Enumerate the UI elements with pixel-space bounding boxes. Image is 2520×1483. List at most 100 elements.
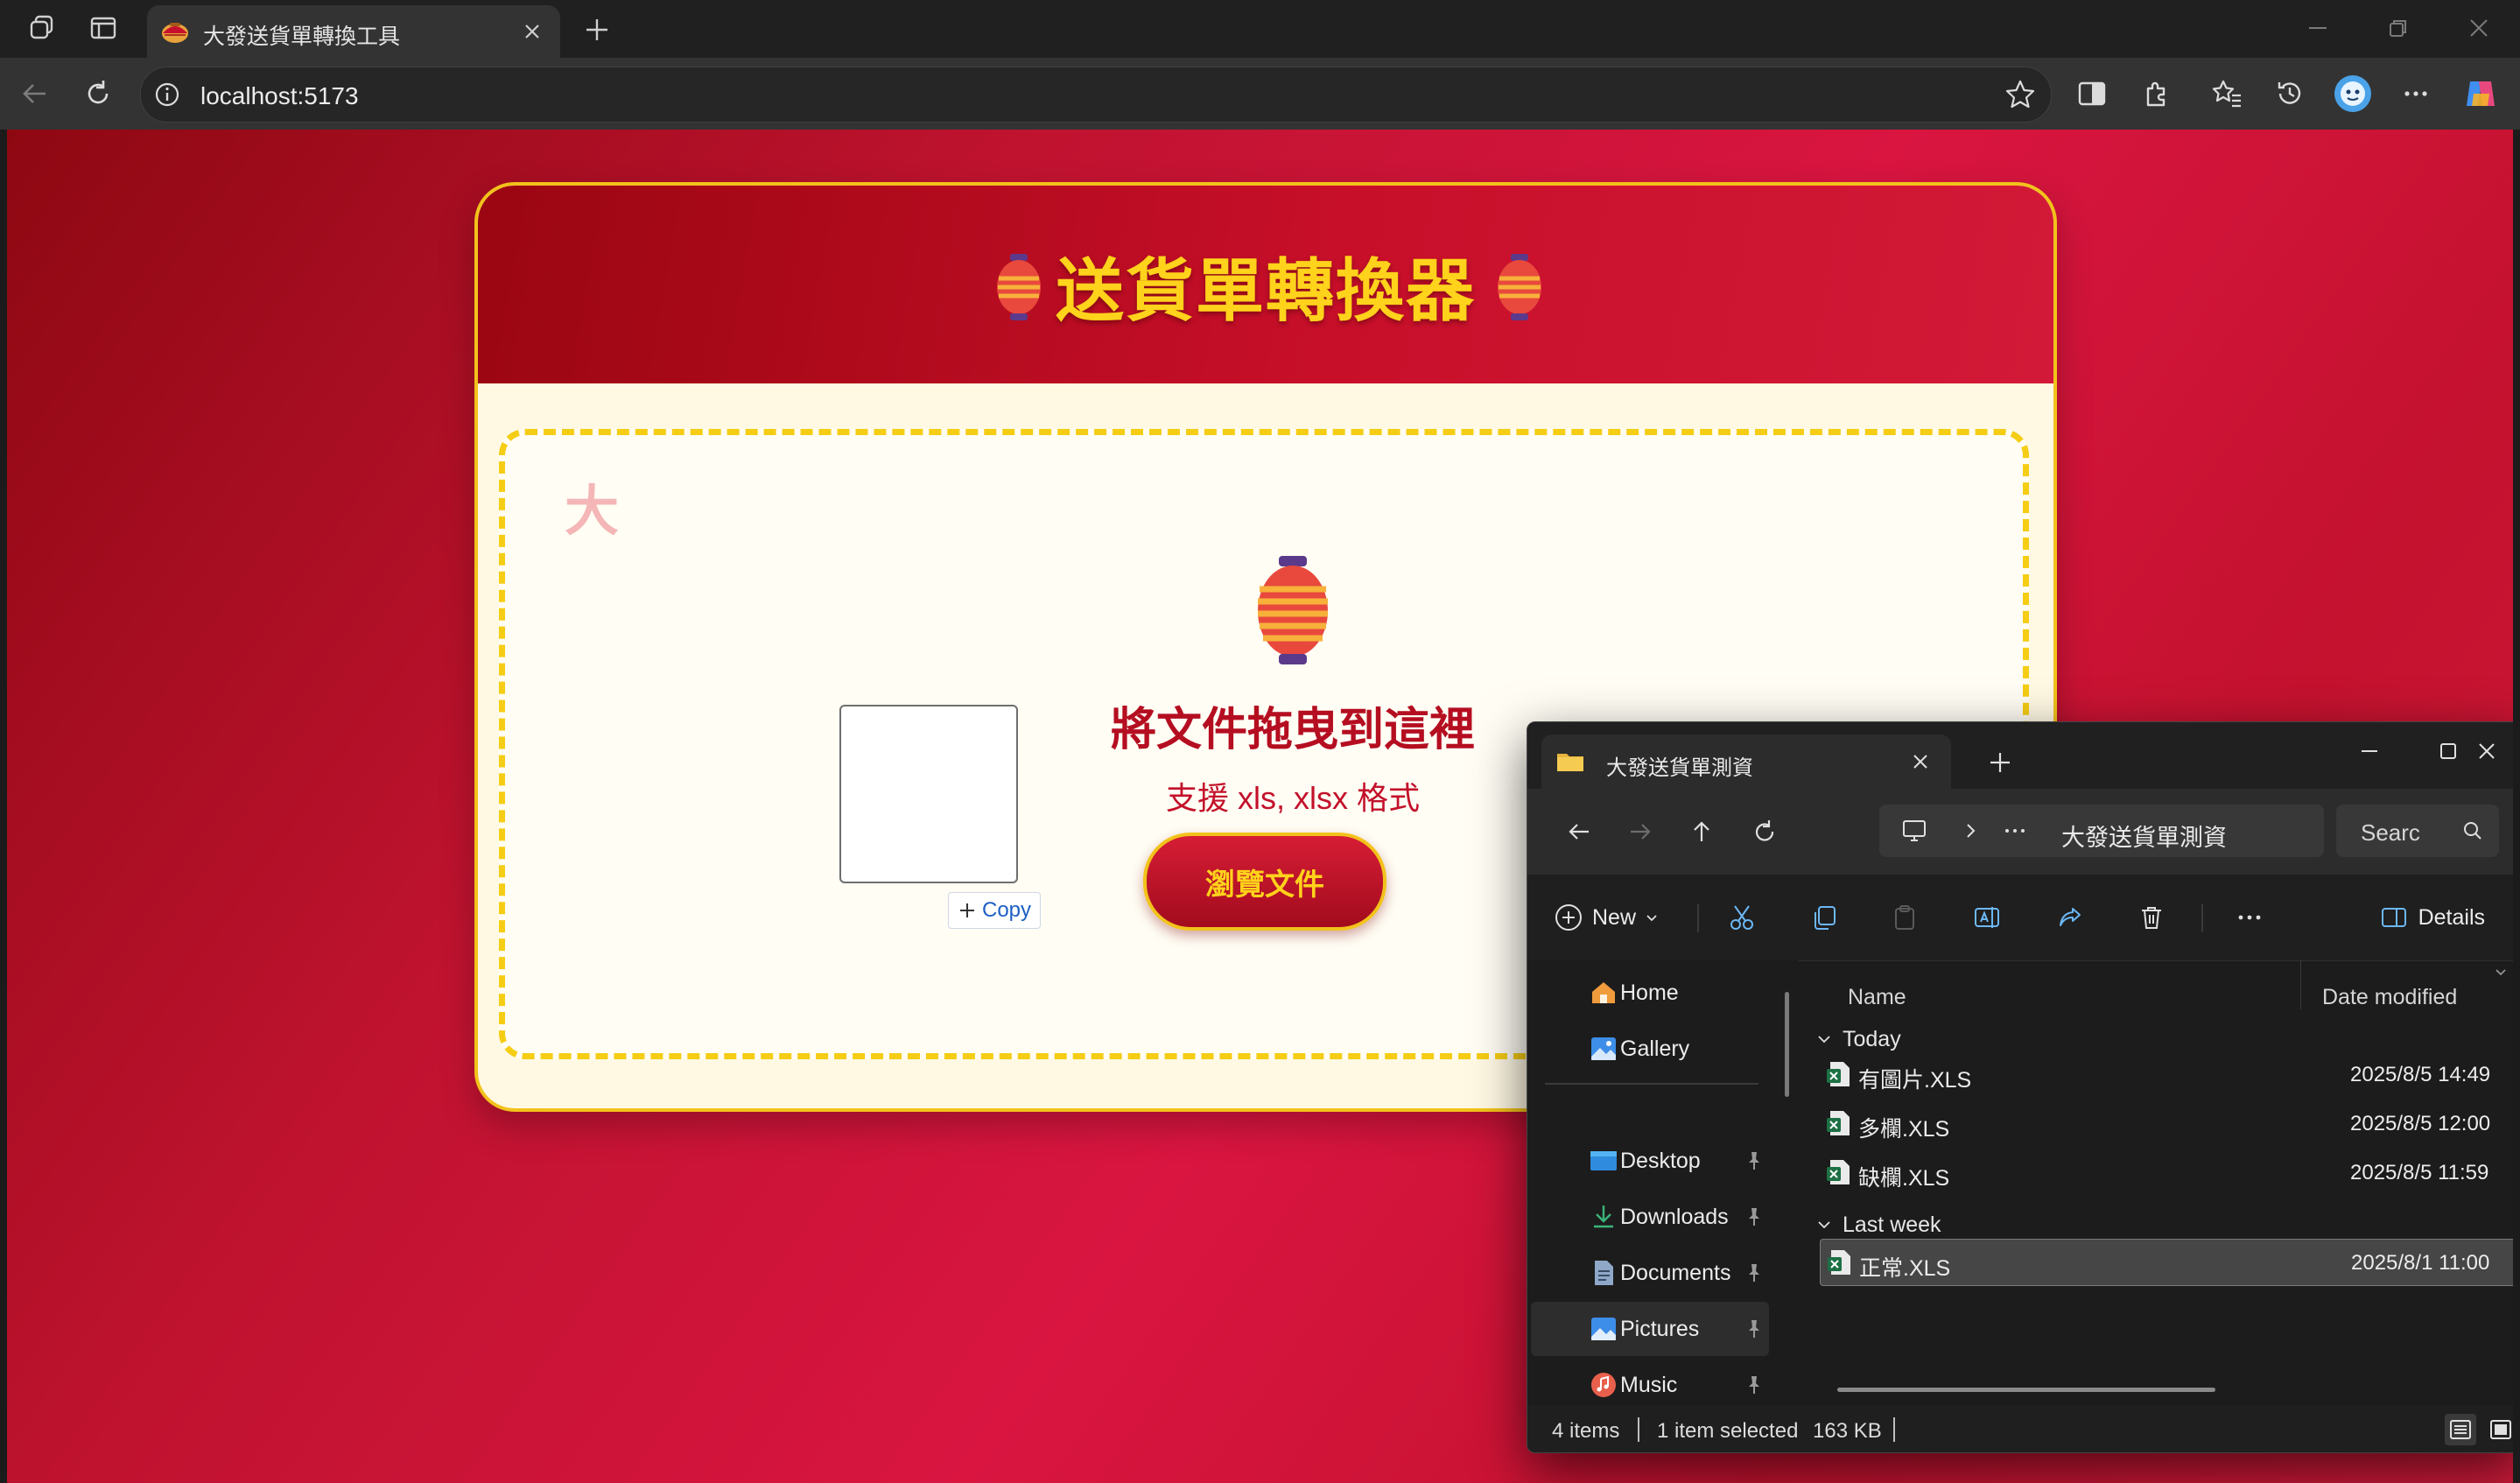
more-actions-icon[interactable] — [2231, 899, 2268, 936]
minimize-icon[interactable] — [2292, 11, 2344, 46]
desktop-icon — [1590, 1151, 1617, 1170]
search-placeholder: Searc — [2361, 819, 2420, 846]
new-plus-icon — [1555, 904, 1582, 931]
details-view-icon[interactable] — [2445, 1414, 2476, 1445]
large-icons-view-icon[interactable] — [2485, 1414, 2513, 1445]
sidebar-item-label: Downloads — [1620, 1205, 1729, 1229]
sidebar-item-documents[interactable]: Documents — [1531, 1246, 1769, 1300]
explorer-up-icon[interactable] — [1683, 813, 1720, 850]
restore-icon[interactable] — [2372, 11, 2425, 46]
tab-close-icon[interactable] — [516, 16, 548, 47]
column-divider[interactable] — [2300, 960, 2301, 1009]
file-row[interactable]: 多欄.XLS 2025/8/5 12:00 — [1820, 1100, 2513, 1146]
explorer-path-bar[interactable]: 大發送貨單測資 — [1879, 805, 2324, 857]
file-name: 有圖片.XLS — [1858, 1068, 1972, 1093]
collapse-chevron-icon — [1818, 1036, 1830, 1044]
explorer-back-icon[interactable] — [1561, 813, 1597, 850]
copilot-icon[interactable] — [2461, 74, 2500, 113]
explorer-close-icon[interactable] — [2460, 731, 2513, 771]
favorites-icon[interactable] — [2208, 74, 2246, 113]
history-icon[interactable] — [2271, 74, 2309, 113]
new-item-button[interactable]: New — [1554, 899, 1659, 936]
toolbar-divider — [2201, 904, 2203, 932]
corner-decoration: 大 — [565, 481, 620, 542]
page-title: 送貨單轉換器 — [1055, 252, 1476, 329]
column-header-date[interactable]: Date modified — [2322, 985, 2457, 1010]
refresh-icon[interactable] — [77, 73, 119, 115]
share-icon[interactable] — [2051, 899, 2088, 936]
home-icon — [1592, 982, 1615, 1003]
explorer-new-tab-icon[interactable] — [1984, 747, 2016, 778]
file-row[interactable]: 缺欄.XLS 2025/8/5 11:59 — [1820, 1149, 2513, 1195]
details-pane-icon — [2381, 908, 2406, 927]
sort-chevron-icon — [2495, 969, 2506, 976]
paste-icon[interactable] — [1886, 899, 1923, 936]
column-header-name[interactable]: Name — [1848, 985, 1906, 1010]
drag-copy-badge: Copy — [948, 892, 1042, 929]
sidebar-item-desktop[interactable]: Desktop — [1531, 1134, 1769, 1188]
pin-icon[interactable] — [1743, 1374, 1765, 1396]
sidebar-item-home[interactable]: Home — [1531, 966, 1769, 1020]
file-date: 2025/8/1 11:00 — [2351, 1251, 2490, 1275]
file-row-selected[interactable]: 正常.XLS 2025/8/1 11:00 — [1820, 1239, 2513, 1286]
explorer-command-bar: New Details — [1527, 875, 2513, 961]
rename-icon[interactable] — [1969, 899, 2005, 936]
browser-tab-bar: 大發送貨單轉換工具 — [0, 0, 2520, 58]
group-label: Last week — [1843, 1212, 1941, 1237]
pin-icon[interactable] — [1743, 1205, 1765, 1228]
copy-icon[interactable] — [1806, 899, 1843, 936]
sidebar-item-downloads[interactable]: Downloads — [1531, 1190, 1769, 1244]
vertical-tabs-icon[interactable] — [84, 12, 123, 44]
collapse-chevron-icon — [1818, 1221, 1830, 1229]
pin-icon[interactable] — [1743, 1149, 1765, 1172]
sidebar-scrollbar[interactable] — [1785, 992, 1789, 1097]
site-info-icon[interactable] — [151, 79, 183, 110]
workspaces-icon[interactable] — [23, 12, 61, 44]
explorer-minimize-icon[interactable] — [2343, 731, 2396, 771]
explorer-search-box[interactable]: Searc — [2336, 805, 2499, 857]
file-row[interactable]: 有圖片.XLS 2025/8/5 14:49 — [1820, 1051, 2513, 1097]
search-icon[interactable] — [2462, 820, 2483, 841]
favorite-star-icon[interactable] — [2004, 78, 2037, 111]
explorer-forward-icon[interactable] — [1622, 813, 1659, 850]
group-header-last-week[interactable]: Last week — [1816, 1207, 1941, 1242]
url-text[interactable]: localhost:5173 — [200, 82, 359, 110]
toolbar-divider — [1697, 904, 1699, 932]
sidebar-item-gallery[interactable]: Gallery — [1531, 1022, 1769, 1076]
status-size: 163 KB — [1813, 1419, 1882, 1443]
explorer-current-folder[interactable]: 大發送貨單測資 — [2061, 819, 2227, 853]
browse-files-button[interactable]: 瀏覽文件 — [1143, 833, 1386, 931]
split-screen-icon[interactable] — [2073, 74, 2111, 113]
close-window-icon[interactable] — [2453, 11, 2505, 46]
sidebar-item-music[interactable]: Music — [1531, 1358, 1769, 1412]
delete-icon[interactable] — [2133, 899, 2170, 936]
folder-icon — [1555, 747, 1585, 777]
pin-icon[interactable] — [1743, 1262, 1765, 1284]
more-options-icon[interactable] — [2397, 74, 2435, 113]
excel-file-icon — [1827, 1160, 1850, 1184]
group-label: Today — [1843, 1026, 1901, 1051]
explorer-tab[interactable]: 大發送貨單測資 — [1541, 734, 1951, 789]
url-bar[interactable]: localhost:5173 — [140, 67, 2052, 123]
chevron-down-icon — [1646, 915, 1657, 922]
pin-icon[interactable] — [1743, 1318, 1765, 1340]
details-pane-button[interactable]: Details — [2380, 899, 2485, 936]
breadcrumb-more-icon[interactable] — [2002, 820, 2028, 841]
explorer-refresh-icon[interactable] — [1746, 813, 1783, 850]
file-name: 正常.XLS — [1859, 1256, 1951, 1281]
explorer-sidebar: Home Gallery Desktop Downloads Documents — [1527, 960, 1799, 1405]
lantern-right-icon — [1495, 252, 1544, 322]
explorer-tab-close-icon[interactable] — [1906, 747, 1935, 777]
status-selection: 1 item selected — [1657, 1419, 1799, 1443]
back-icon[interactable] — [14, 73, 56, 115]
profile-avatar-icon[interactable] — [2334, 74, 2372, 113]
horizontal-scrollbar[interactable] — [1837, 1388, 2215, 1392]
browser-tab-active[interactable]: 大發送貨單轉換工具 — [147, 5, 560, 58]
sidebar-item-label: Pictures — [1620, 1317, 1700, 1341]
cut-icon[interactable] — [1723, 899, 1760, 936]
new-tab-icon[interactable] — [579, 12, 614, 47]
extensions-icon[interactable] — [2137, 74, 2176, 113]
status-divider — [1638, 1417, 1639, 1442]
sidebar-item-pictures[interactable]: Pictures — [1531, 1302, 1769, 1356]
file-explorer-window: 大發送貨單測資 大發送貨單測資 Searc New Details Home G… — [1527, 721, 2513, 1453]
